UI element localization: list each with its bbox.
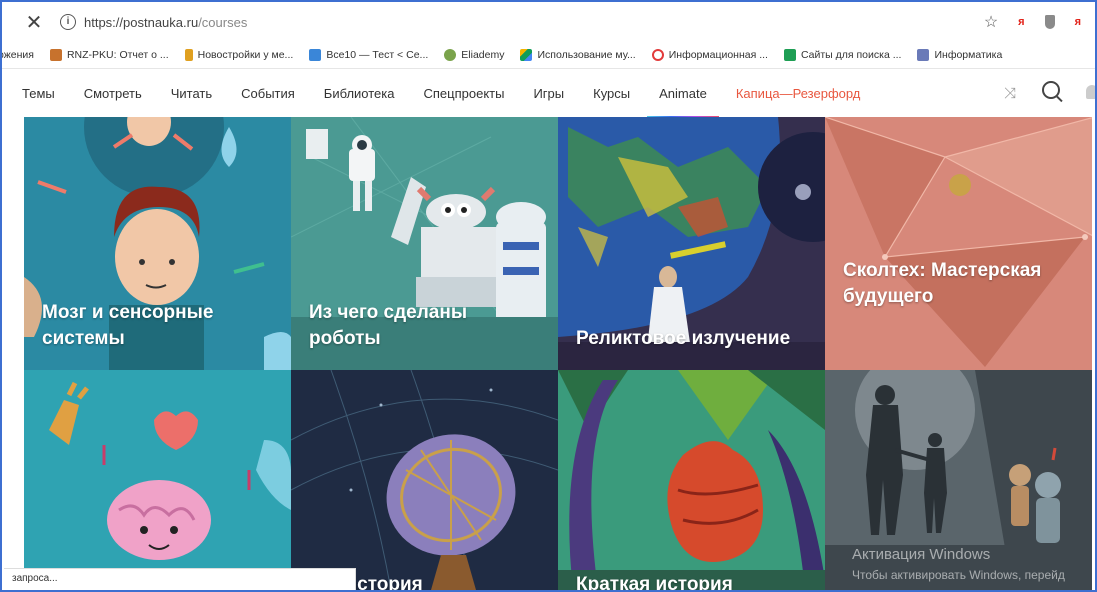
- nav-item-library[interactable]: Библиотека: [324, 86, 395, 101]
- course-title: Сколтех: Мастерская будущего: [843, 260, 1042, 307]
- yandex-icon[interactable]: я: [1018, 16, 1024, 28]
- course-card[interactable]: Реликтовое излучение: [558, 117, 825, 370]
- sheet-icon: [783, 49, 796, 61]
- rnz-icon: [49, 49, 62, 61]
- bookmark-item[interactable]: Новостройки у ме...: [184, 49, 294, 61]
- nav-item-courses[interactable]: Курсы: [593, 86, 630, 101]
- lamp-icon: [184, 49, 193, 61]
- course-card[interactable]: [24, 370, 291, 590]
- nav-item-read[interactable]: Читать: [171, 86, 212, 101]
- course-title: Из чего сделаны роботы: [309, 302, 468, 349]
- bookmark-item[interactable]: Информатика: [917, 49, 1002, 61]
- status-bar: запроса...: [4, 568, 356, 590]
- info-icon[interactable]: i: [60, 14, 76, 30]
- jungle-art: [558, 370, 825, 590]
- nav-item-watch[interactable]: Смотреть: [84, 86, 142, 101]
- nav-item-games[interactable]: Игры: [533, 86, 564, 101]
- course-card[interactable]: Мозг и сенсорные системы: [24, 117, 291, 370]
- bookmark-label: Информационная ...: [668, 49, 768, 61]
- bookmark-item[interactable]: Eliademy: [444, 49, 504, 61]
- course-card[interactable]: Краткая история: [558, 370, 825, 590]
- bookmark-item[interactable]: Сайты для поиска ...: [783, 49, 902, 61]
- star-icon[interactable]: ☆: [984, 12, 998, 32]
- bookmark-label: Информатика: [934, 49, 1003, 61]
- bookmarks-bar: ожения RNZ-PKU: Отчет о ... Новостройки …: [2, 42, 1095, 69]
- windows-activation-text: Чтобы активировать Windows, перейд: [852, 568, 1065, 582]
- brain-cartoon-art: [24, 370, 291, 590]
- nav-item-events[interactable]: События: [241, 86, 295, 101]
- course-card[interactable]: кая история: [291, 370, 558, 590]
- bookmark-label: Новостройки у ме...: [197, 49, 294, 61]
- course-title: Мозг и сенсорные системы: [42, 302, 214, 349]
- course-card[interactable]: Из чего сделаны роботы: [291, 117, 558, 370]
- course-card[interactable]: Сколтех: Мастерская будущего: [825, 117, 1092, 370]
- windows-activation-title: Активация Windows: [852, 546, 991, 563]
- url-field[interactable]: https://postnauka.ru/courses: [84, 15, 247, 30]
- search-icon[interactable]: [1042, 81, 1060, 99]
- browser-actions: ☆ я я: [984, 12, 1081, 32]
- bookmark-label: Использование му...: [537, 49, 636, 61]
- yandex-icon[interactable]: я: [1075, 16, 1081, 28]
- user-icon[interactable]: [1086, 85, 1095, 99]
- bookmark-label: Eliademy: [461, 49, 505, 61]
- nav-item-kapitsa[interactable]: Капица—Резерфорд: [736, 86, 861, 101]
- bookmark-label: ожения: [2, 49, 34, 61]
- course-title: Реликтовое излучение: [576, 328, 791, 349]
- browser-window: ✕ i https://postnauka.ru/courses ☆ я я о…: [0, 0, 1097, 592]
- telescope-art: [291, 370, 558, 590]
- url-domain: https://postnauka.ru: [84, 14, 199, 30]
- nav-item-animate[interactable]: Animate: [647, 86, 719, 119]
- bookmark-label: Все10 — Тест < Се...: [326, 49, 429, 61]
- skoltech-course-art: [825, 117, 1092, 370]
- puzzle-icon: [917, 49, 930, 61]
- url-path: /courses: [198, 14, 248, 30]
- site-nav: Темы Смотреть Читать События Библиотека …: [2, 69, 1095, 119]
- bookmark-item[interactable]: RNZ-PKU: Отчет о ...: [49, 49, 169, 61]
- bookmark-label: RNZ-PKU: Отчет о ...: [66, 49, 169, 61]
- course-title: Краткая история: [576, 574, 733, 590]
- bookmark-label: Сайты для поиска ...: [800, 49, 902, 61]
- bookmark-item[interactable]: Информационная ...: [651, 49, 768, 61]
- nav-item-specials[interactable]: Спецпроекты: [423, 86, 504, 101]
- drive-icon: [520, 49, 533, 61]
- close-icon[interactable]: ✕: [24, 10, 44, 35]
- courses-grid: Мозг и сенсорные системы Из чего сделаны…: [24, 117, 1092, 590]
- ring-icon: [651, 49, 664, 61]
- nav-item-themes[interactable]: Темы: [22, 86, 55, 101]
- shuffle-icon[interactable]: ⤨: [1004, 85, 1016, 102]
- address-bar: ✕ i https://postnauka.ru/courses ☆ я я: [2, 2, 1095, 42]
- bookmark-item[interactable]: ожения: [2, 49, 34, 61]
- shield-icon[interactable]: [1044, 15, 1055, 29]
- ten-icon: [309, 49, 322, 61]
- bookmark-item[interactable]: Использование му...: [520, 49, 636, 61]
- bookmark-item[interactable]: Все10 — Тест < Се...: [309, 49, 428, 61]
- eliademy-icon: [444, 49, 457, 61]
